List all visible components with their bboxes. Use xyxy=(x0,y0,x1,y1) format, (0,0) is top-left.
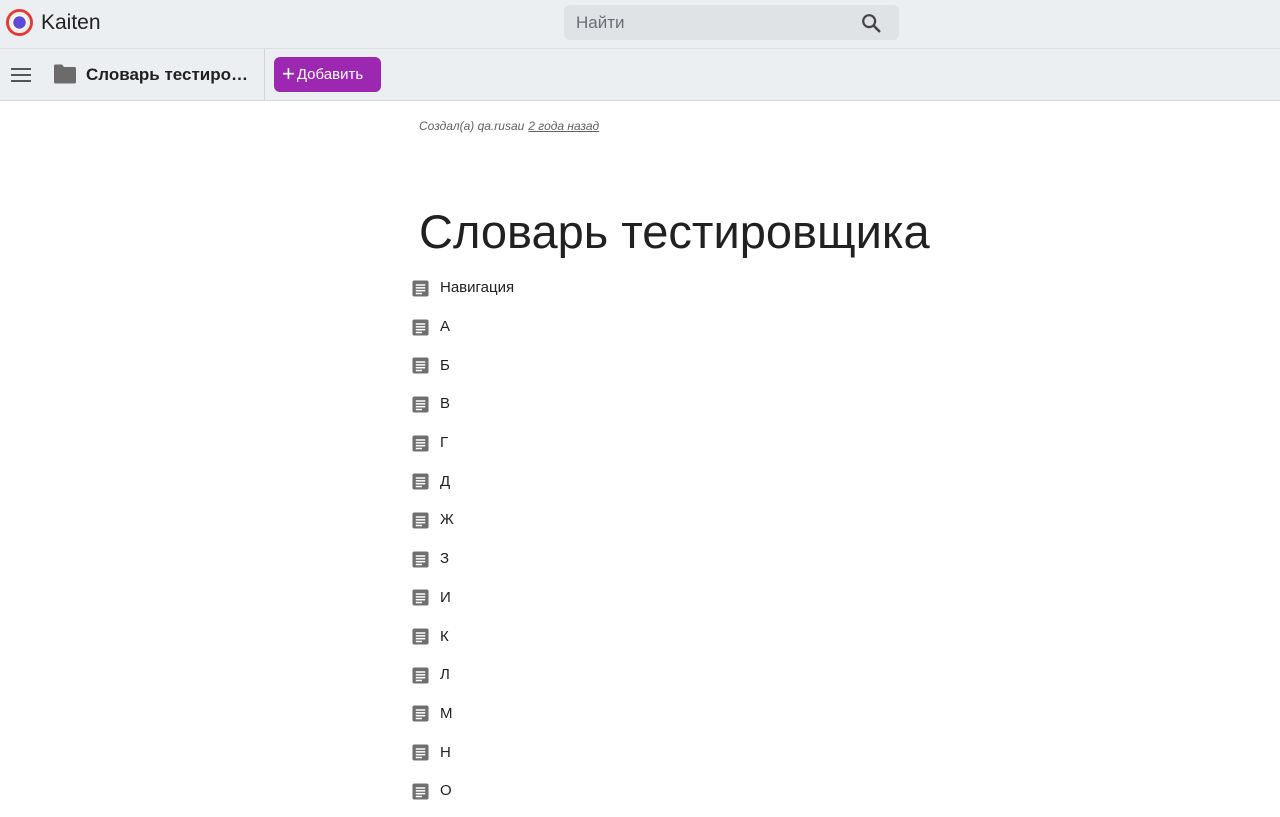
document-list-item-label: Б xyxy=(440,356,450,374)
document-list-item-label: З xyxy=(440,550,450,568)
toolbar: Словарь тестиро… + Добавить xyxy=(0,49,1280,101)
document-list-item-label: Д xyxy=(440,472,451,490)
document-list-item[interactable]: Г xyxy=(412,424,1012,463)
document-list-item[interactable]: О xyxy=(412,772,1012,811)
document-icon xyxy=(412,357,429,374)
add-button-label: Добавить xyxy=(296,66,364,83)
space-title[interactable]: Словарь тестиро… xyxy=(86,64,251,86)
document-icon xyxy=(412,705,429,722)
hamburger-menu-icon[interactable] xyxy=(9,63,33,87)
document-list-item[interactable]: И xyxy=(412,579,1012,618)
document-icon xyxy=(412,551,429,568)
document-list-item-label: В xyxy=(440,395,451,413)
document-list-item-label: О xyxy=(440,782,452,800)
document-list-item-label: А xyxy=(440,318,451,336)
document-icon xyxy=(412,744,429,761)
document-list-item[interactable]: Навигация xyxy=(412,269,1012,308)
app-name[interactable]: Kaiten xyxy=(41,10,101,36)
document-list-item-label: Л xyxy=(440,666,450,684)
document-list-item[interactable]: В xyxy=(412,385,1012,424)
document-list-item[interactable]: К xyxy=(412,617,1012,656)
document-icon xyxy=(412,435,429,452)
document-list-item-label: М xyxy=(440,704,453,722)
document-icon xyxy=(412,783,429,800)
document-list-item[interactable]: Н xyxy=(412,733,1012,772)
page-title: Словарь тестировщика xyxy=(419,205,930,258)
document-icon xyxy=(412,396,429,413)
document-icon xyxy=(412,667,429,684)
document-list-item[interactable]: З xyxy=(412,540,1012,579)
document-list-item-label: Н xyxy=(440,743,451,761)
top-bar: Kaiten xyxy=(0,0,1280,49)
kaiten-logo-icon[interactable] xyxy=(6,9,33,36)
document-list-item[interactable]: Б xyxy=(412,346,1012,385)
document-list-item-label: К xyxy=(440,627,449,645)
document-list-item-label: И xyxy=(440,588,451,606)
toolbar-divider xyxy=(264,49,265,100)
document-list-item[interactable]: М xyxy=(412,695,1012,734)
document-meta: Создал(а) qa.rusau 2 года назад xyxy=(419,118,599,134)
document-list-item-label: Ж xyxy=(440,511,454,529)
plus-icon: + xyxy=(282,61,295,86)
document-list-item[interactable]: А xyxy=(412,308,1012,347)
document-list-item-label: Г xyxy=(440,434,449,452)
document-icon xyxy=(412,512,429,529)
search-icon[interactable] xyxy=(860,12,882,34)
document-list-item[interactable]: Д xyxy=(412,462,1012,501)
document-icon xyxy=(412,319,429,336)
document-list-item-label: Навигация xyxy=(440,279,515,297)
document-list: Навигация А Б В Г Д Ж З И К Л М Н О xyxy=(412,269,1012,811)
document-icon xyxy=(412,280,429,297)
document-icon xyxy=(412,473,429,490)
document-list-item[interactable]: Ж xyxy=(412,501,1012,540)
search-box[interactable] xyxy=(564,5,899,40)
search-input[interactable] xyxy=(564,5,854,40)
document-list-item[interactable]: Л xyxy=(412,656,1012,695)
document-icon xyxy=(412,628,429,645)
created-by-text: Создал(а) qa.rusau xyxy=(419,119,525,133)
add-button[interactable]: + Добавить xyxy=(274,57,381,92)
created-time-link[interactable]: 2 года назад xyxy=(528,119,599,133)
document-icon xyxy=(412,589,429,606)
folder-icon xyxy=(54,64,76,84)
